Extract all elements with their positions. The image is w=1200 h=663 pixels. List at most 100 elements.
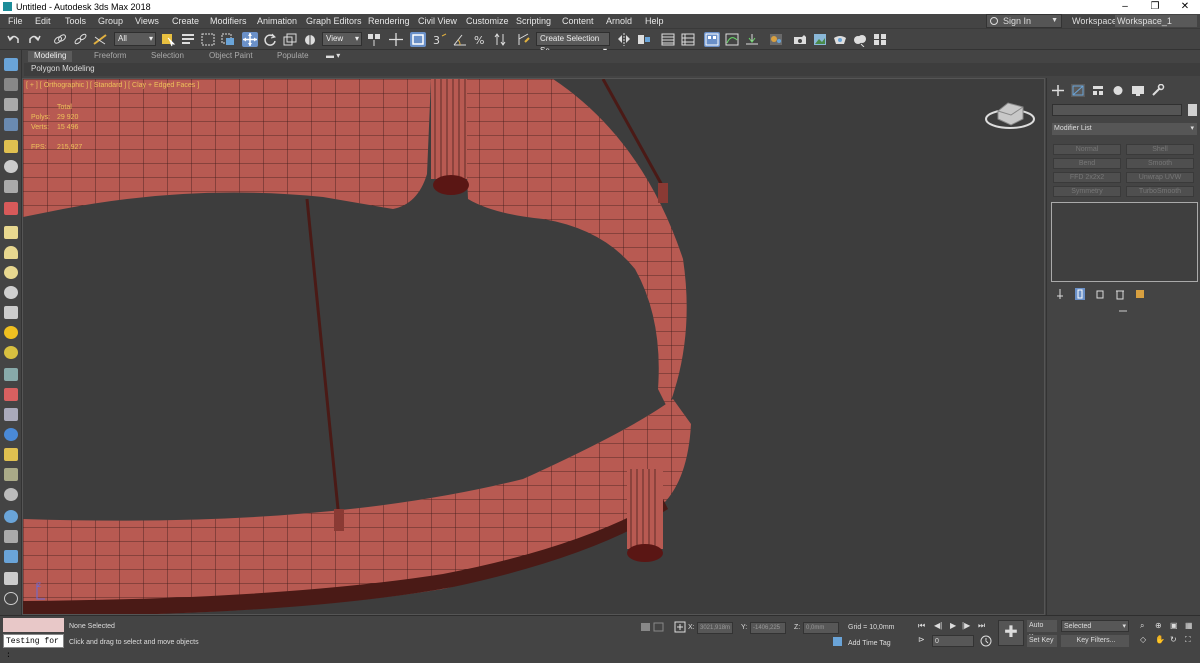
menu-file[interactable]: File [8,16,23,26]
viewport-label[interactable]: [ + ] [ Orthographic ] [ Standard ] [ Cl… [26,82,199,89]
modifier-list-dropdown[interactable]: Modifier List ▾ [1052,123,1197,135]
render-in-cloud-icon[interactable] [852,32,868,47]
people-icon[interactable] [4,160,18,173]
viewport-layout-icon[interactable] [4,58,18,71]
panel-resize-handle[interactable] [1119,310,1127,312]
sun-icon[interactable] [4,326,18,339]
remove-modifier-icon[interactable] [1115,288,1125,300]
next-frame-icon[interactable]: |▶ [962,621,970,630]
previous-frame-icon[interactable]: ◀| [934,621,942,630]
bottom-tube[interactable] [627,469,663,549]
time-tag-icon[interactable] [832,636,843,647]
box-primitive-icon[interactable] [4,226,18,239]
menu-arnold[interactable]: Arnold [606,16,632,26]
edit-named-selection-icon[interactable] [516,32,532,47]
rendered-frame-window-icon[interactable] [812,32,828,47]
menu-graph-editors[interactable]: Graph Editors [306,16,362,26]
menu-modifiers[interactable]: Modifiers [210,16,247,26]
window-crossing-icon[interactable] [220,32,236,47]
script-icon[interactable] [4,572,18,585]
bind-spacewarp-icon[interactable] [92,32,108,47]
create-tab-icon[interactable] [1051,84,1065,97]
select-and-move-icon[interactable] [242,32,258,47]
camera-icon[interactable] [4,550,18,563]
top-tube[interactable] [431,79,467,179]
globe-icon[interactable] [4,428,18,441]
tab-populate[interactable]: Populate [277,51,309,60]
toggle-scene-explorer-icon[interactable] [660,32,676,47]
tab-selection[interactable]: Selection [151,51,184,60]
sign-in-button[interactable]: Sign In ▼ [986,14,1062,28]
zoom-all-icon[interactable]: ⊕ [1155,621,1162,630]
close-button[interactable]: ✕ [1170,0,1200,14]
sphere-icon[interactable] [4,266,18,279]
pivot-center-icon[interactable] [366,32,382,47]
cone-icon[interactable] [4,306,18,319]
motion-tab-icon[interactable] [1111,84,1125,97]
select-and-scale-icon[interactable] [282,32,298,47]
rectangular-selection-icon[interactable] [200,32,216,47]
maximize-viewport-icon[interactable]: ⛶ [1185,635,1191,645]
x-coord-field[interactable]: 3021,918m [697,622,733,634]
robot-icon[interactable] [4,408,18,421]
document-icon[interactable] [4,98,18,111]
workspace-tab-icon[interactable] [4,78,18,91]
spinner-snap-icon[interactable] [492,32,508,47]
selection-filter-dropdown[interactable]: All ▾ [114,32,156,46]
percent-snap-icon[interactable]: % [472,32,488,47]
polygon-modeling-panel[interactable]: Polygon Modeling [31,64,95,73]
walk-icon[interactable] [4,180,18,193]
helper-icon[interactable] [4,488,18,501]
modifier-unwrap-uvw-button[interactable]: Unwrap UVW [1126,172,1194,183]
maximize-button[interactable]: ❐ [1140,0,1170,14]
hemisphere-icon[interactable] [4,246,18,259]
help-circle-icon[interactable] [4,592,18,605]
maxscript-listener[interactable] [3,618,64,632]
select-object-icon[interactable] [160,32,176,47]
toggle-ribbon-icon[interactable] [704,32,720,47]
menu-help[interactable]: Help [645,16,664,26]
orbit-icon[interactable]: ↻ [1170,635,1177,644]
link-icon[interactable] [52,32,68,47]
geosphere-icon[interactable] [4,346,18,359]
select-by-name-icon[interactable] [180,32,196,47]
make-unique-icon[interactable] [1095,288,1105,300]
key-mode-toggle-icon[interactable]: ⊳ [918,635,925,644]
menu-create[interactable]: Create [172,16,199,26]
create-selection-set-dropdown[interactable]: Create Selection Se▾ [536,32,610,55]
select-and-rotate-icon[interactable] [262,32,278,47]
snaps-toggle-icon[interactable]: 3 [432,32,448,47]
curve-editor-icon[interactable] [724,32,740,47]
modify-tab-icon[interactable] [1071,84,1085,97]
field-of-view-icon[interactable]: ◇ [1140,635,1146,644]
set-keys-button[interactable]: ✚ [998,620,1024,646]
undo-icon[interactable] [6,32,22,47]
menu-animation[interactable]: Animation [257,16,297,26]
schematic-view-icon[interactable] [744,32,760,47]
minimize-button[interactable]: – [1110,0,1140,14]
grid-icon[interactable] [4,118,18,131]
align-icon[interactable] [636,32,652,47]
menu-edit[interactable]: Edit [35,16,51,26]
object-name-field[interactable] [1052,104,1182,116]
go-to-end-icon[interactable]: ⏭ [978,621,985,631]
viewport-orthographic[interactable]: z [ + ] [ Orthographic ] [ Standard ] [ … [22,78,1045,615]
zoom-extents-all-icon[interactable]: ▦ [1185,621,1193,630]
material-editor-icon[interactable] [768,32,784,47]
menu-customize[interactable]: Customize [466,16,509,26]
y-coord-field[interactable]: -1406,225 [750,622,786,634]
pin-stack-icon[interactable] [1055,288,1065,300]
zoom-icon[interactable]: ⌕ [1140,621,1144,631]
set-key-button[interactable]: Set Key [1027,635,1057,647]
foliage-icon[interactable] [4,468,18,481]
add-time-tag[interactable]: Add Time Tag [848,640,891,647]
hair-icon[interactable] [4,368,18,381]
current-frame-field[interactable]: 0 [932,635,974,647]
mirror-icon[interactable] [616,32,632,47]
menu-views[interactable]: Views [135,16,159,26]
pan-view-icon[interactable]: ✋ [1155,635,1165,644]
light-icon[interactable] [4,140,18,153]
particle-icon[interactable] [4,202,18,215]
play-icon[interactable]: ▶ [950,621,956,630]
menu-group[interactable]: Group [98,16,123,26]
